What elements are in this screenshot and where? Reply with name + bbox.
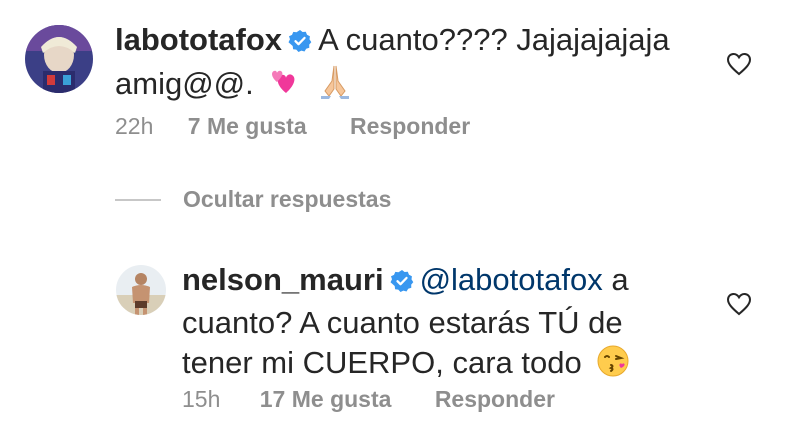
avatar-image bbox=[116, 265, 166, 315]
avatar-image bbox=[25, 25, 93, 93]
reply-meta: 15h 17 Me gusta Responder bbox=[182, 386, 555, 413]
likes-count-link[interactable]: 7 Me gusta bbox=[188, 113, 307, 140]
comment-body-line1: A cuanto???? Jajajajajaja bbox=[318, 22, 670, 57]
like-heart-icon[interactable] bbox=[726, 52, 752, 81]
reply-body-line2: cuanto? A cuanto estarás TÚ de bbox=[182, 305, 623, 340]
hide-replies-label: Ocultar respuestas bbox=[183, 186, 392, 212]
divider-line bbox=[115, 198, 161, 201]
comment-meta: 22h 7 Me gusta Responder bbox=[115, 113, 470, 140]
like-heart-icon[interactable] bbox=[726, 292, 752, 321]
reply-time: 15h bbox=[182, 386, 221, 412]
hide-replies-button[interactable]: Ocultar respuestas bbox=[115, 186, 391, 213]
verified-badge-icon bbox=[288, 23, 312, 63]
likes-count-link[interactable]: 17 Me gusta bbox=[260, 386, 392, 413]
face-blowing-kiss-icon bbox=[596, 344, 630, 388]
reply-text: nelson_mauri @labototafox a cuanto? A cu… bbox=[182, 260, 702, 388]
two-hearts-icon bbox=[268, 65, 302, 109]
reply-body-line1: a bbox=[611, 262, 629, 297]
reply-username[interactable]: nelson_mauri bbox=[182, 262, 384, 297]
reply-button[interactable]: Responder bbox=[435, 386, 555, 413]
reply-body-line3: tener mi CUERPO, cara todo bbox=[182, 345, 582, 380]
comment-username[interactable]: labototafox bbox=[115, 22, 282, 57]
comment-time: 22h bbox=[115, 113, 154, 139]
avatar[interactable] bbox=[116, 265, 166, 315]
verified-badge-icon bbox=[390, 263, 414, 303]
reply-button[interactable]: Responder bbox=[350, 113, 470, 140]
mention-link[interactable]: @labototafox bbox=[420, 262, 603, 297]
folded-hands-icon bbox=[317, 63, 353, 109]
comment-text: labototafox A cuanto???? Jajajajajaja am… bbox=[115, 20, 675, 109]
avatar[interactable] bbox=[25, 25, 93, 93]
comment-body-line2: amig@@. bbox=[115, 66, 254, 101]
